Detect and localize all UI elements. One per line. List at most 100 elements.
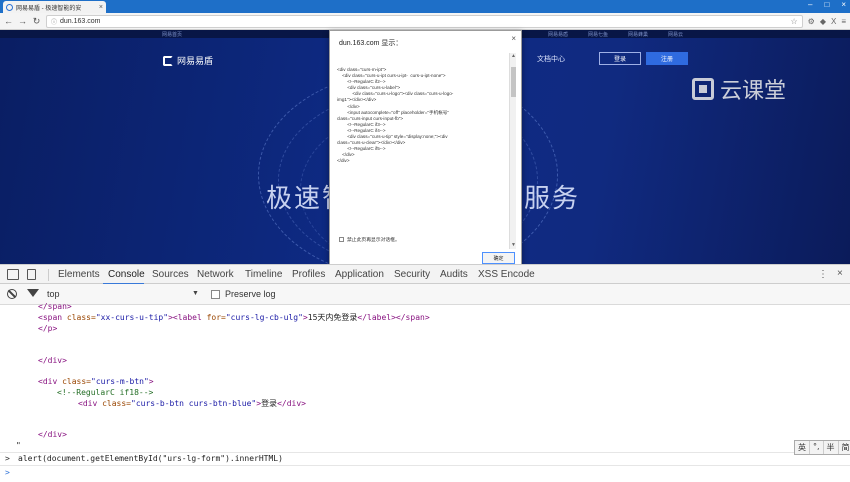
extension-icon[interactable]: ◆	[820, 17, 826, 26]
code-attr: for=	[206, 313, 226, 322]
device-mode-icon[interactable]	[27, 269, 36, 280]
code-attr: class=	[62, 377, 91, 386]
dialog-title: dun.163.com 显示：	[339, 40, 403, 47]
tab-network[interactable]: Network	[197, 269, 234, 280]
code-tag: <div	[38, 377, 63, 386]
watermark: 云课堂	[692, 73, 786, 105]
back-icon[interactable]: ←	[4, 16, 13, 26]
suppress-label: 禁止此页再显示对话框。	[347, 238, 400, 243]
url-field[interactable]: ⓘ dun.163.com ☆	[46, 14, 803, 28]
dialog-message: <div class="curs-m-ipt"> <div class="cur…	[337, 67, 507, 257]
context-selector[interactable]: top	[47, 289, 60, 299]
code-text: 登录	[261, 399, 278, 408]
code-tag: <span	[38, 313, 67, 322]
console-input-prompt[interactable]: >	[5, 468, 10, 477]
tab-audits[interactable]: Audits	[440, 269, 468, 280]
reload-icon[interactable]: ↻	[32, 16, 41, 26]
url-text: dun.163.com	[60, 17, 101, 25]
page-info-icon[interactable]: ⓘ	[51, 17, 57, 26]
code-tag: </div>	[277, 399, 306, 408]
dialog-close-icon[interactable]: ×	[511, 34, 516, 43]
output-line: </div>	[38, 430, 67, 439]
devtools-tab-bar: Elements Console Sources Network Timelin…	[0, 264, 850, 285]
code-value: "curs-m-btn"	[91, 377, 149, 386]
scrollbar-thumb[interactable]	[511, 67, 516, 97]
ime-width-toggle[interactable]: 半	[824, 441, 839, 454]
site-logo[interactable]: 网易易盾	[163, 54, 213, 67]
browser-menu-icon[interactable]: ≡	[841, 17, 846, 26]
tab-title: 网易易盾 - 极速智能的安	[16, 5, 82, 12]
watermark-text: 云课堂	[720, 79, 787, 104]
preserve-log-label: Preserve log	[225, 289, 276, 299]
tab-application[interactable]: Application	[335, 269, 384, 280]
chevron-down-icon[interactable]: ▼	[192, 290, 199, 297]
bookmark-star-icon[interactable]: ☆	[790, 17, 797, 26]
browser-tab[interactable]: 网易易盾 - 极速智能的安 ×	[3, 1, 106, 13]
output-line: </div>	[38, 356, 67, 365]
tab-elements[interactable]: Elements	[58, 269, 100, 280]
window-controls: – □ ×	[808, 0, 846, 9]
logo-icon	[163, 55, 173, 66]
code-tag: >	[148, 377, 154, 386]
forward-icon[interactable]: →	[18, 16, 27, 26]
tab-close-icon[interactable]: ×	[99, 4, 103, 11]
tab-xss-encode[interactable]: XSS Encode	[478, 269, 535, 280]
top-link[interactable]: 网易七鱼	[588, 31, 608, 38]
suppress-checkbox[interactable]	[339, 237, 344, 242]
login-button[interactable]: 登录	[599, 52, 641, 65]
top-link[interactable]: 网易蜂巢	[628, 31, 648, 38]
tab-security[interactable]: Security	[394, 269, 430, 280]
console-toolbar: top ▼ Preserve log	[0, 284, 850, 305]
tab-profiles[interactable]: Profiles	[292, 269, 325, 280]
scroll-down-icon[interactable]: ▼	[510, 242, 517, 249]
code-attr: class=	[66, 313, 96, 322]
code-text: 15天内免登录	[307, 313, 358, 322]
ime-toolbar: 英 °, 半 简	[794, 440, 850, 455]
logo-text: 网易易盾	[177, 56, 214, 66]
top-link[interactable]: 网易首页	[162, 31, 182, 38]
devtools-panel: Elements Console Sources Network Timelin…	[0, 264, 850, 482]
extension-x-icon[interactable]: X	[831, 17, 836, 26]
site-favicon-icon	[6, 3, 13, 11]
message-line: </div>	[337, 158, 350, 164]
register-button[interactable]: 注册	[646, 52, 688, 65]
tab-console[interactable]: Console	[108, 269, 145, 280]
dialog-scrollbar[interactable]: ▲ ▼	[509, 53, 516, 249]
ime-language-toggle[interactable]: 英	[795, 441, 810, 454]
code-value: "curs-b-btn curs-btn-blue"	[131, 399, 257, 408]
hero-text-right: 服务	[524, 184, 581, 214]
ok-button[interactable]: 确定	[482, 252, 515, 264]
browser-tab-bar: 网易易盾 - 极速智能的安 × – □ ×	[0, 0, 850, 13]
tab-timeline[interactable]: Timeline	[245, 269, 282, 280]
code-value: "curs-lg-cb-ulg"	[225, 313, 303, 322]
top-link[interactable]: 网易云	[668, 31, 683, 38]
suppress-dialogs-option[interactable]: 禁止此页再显示对话框。	[339, 236, 400, 243]
filter-icon[interactable]	[27, 289, 39, 297]
output-line: "	[16, 441, 21, 450]
ime-punctuation-toggle[interactable]: °,	[810, 441, 824, 454]
ime-script-toggle[interactable]: 简	[839, 441, 850, 454]
extension-icon[interactable]: ⚙	[808, 17, 815, 26]
output-line: <div class="curs-b-btn curs-btn-blue">登录…	[78, 399, 306, 409]
nav-link-docs[interactable]: 文档中心	[537, 54, 565, 64]
code-tag: <div	[78, 399, 103, 408]
code-value: "xx-curs-u-tip"	[95, 313, 169, 322]
code-tag: </label></span>	[357, 313, 430, 322]
maximize-icon[interactable]: □	[824, 0, 829, 9]
preserve-log-checkbox[interactable]	[211, 290, 220, 299]
window-close-icon[interactable]: ×	[841, 0, 846, 9]
scroll-up-icon[interactable]: ▲	[510, 53, 517, 60]
clear-console-icon[interactable]	[7, 289, 17, 299]
alert-dialog: dun.163.com 显示： × <div class="curs-m-ipt…	[329, 30, 522, 268]
command-prompt-icon: >	[5, 454, 10, 463]
extension-icons: ⚙ ◆ X ≡	[808, 17, 846, 26]
more-menu-icon[interactable]: ⋮	[818, 269, 828, 280]
code-attr: class=	[102, 399, 131, 408]
address-bar: ← → ↻ ⓘ dun.163.com ☆ ⚙ ◆ X ≡	[0, 13, 850, 30]
executed-command: alert(document.getElementById("urs-lg-fo…	[18, 454, 283, 463]
tab-sources[interactable]: Sources	[152, 269, 189, 280]
inspect-element-icon[interactable]	[7, 269, 19, 280]
minimize-icon[interactable]: –	[808, 0, 812, 9]
close-devtools-icon[interactable]: ×	[837, 268, 843, 279]
top-link[interactable]: 网易易盾	[548, 31, 568, 38]
